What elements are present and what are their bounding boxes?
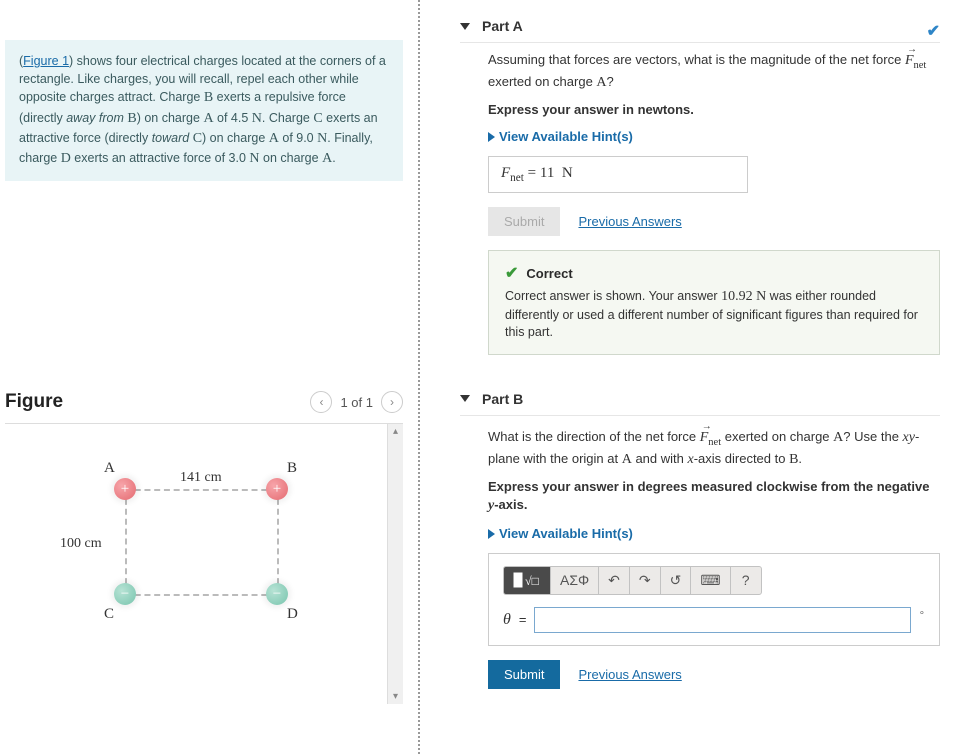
figure-canvas: + + − − A B C D 141 cm 100 cm [5, 424, 387, 704]
toolbar-help-button[interactable]: ? [731, 567, 761, 594]
problem-statement: (Figure 1) shows four electrical charges… [5, 40, 403, 181]
toolbar-reset-button[interactable]: ↺ [661, 567, 692, 594]
answer-toolbar: √□ ΑΣΦ ↶ ↷ ↺ ⌨ ? [503, 566, 762, 595]
part-a-answer-display: Fnet = 11 N [488, 156, 748, 193]
part-a-question: Assuming that forces are vectors, what i… [488, 51, 940, 93]
math-template-icon: √□ [513, 572, 541, 588]
toolbar-undo-button[interactable]: ↶ [599, 567, 630, 594]
part-b-hints-link[interactable]: View Available Hint(s) [488, 526, 940, 541]
figure-title: Figure [5, 391, 310, 413]
arrow-right-icon [488, 132, 495, 142]
toolbar-greek-button[interactable]: ΑΣΦ [551, 567, 599, 594]
part-a-instruction: Express your answer in newtons. [488, 101, 940, 119]
toolbar-template-button[interactable]: √□ [504, 567, 551, 594]
charge-label-a: A [104, 460, 115, 477]
dim-height: 100 cm [60, 536, 102, 552]
toolbar-keyboard-button[interactable]: ⌨ [691, 567, 730, 594]
toolbar-redo-button[interactable]: ↷ [630, 567, 661, 594]
part-b-instruction: Express your answer in degrees measured … [488, 478, 940, 516]
part-b-submit-button[interactable]: Submit [488, 660, 560, 689]
arrow-right-icon [488, 529, 495, 539]
collapse-icon [460, 23, 470, 30]
part-a-submit-button: Submit [488, 207, 560, 236]
equals-label: = [519, 612, 527, 627]
correct-label: Correct [526, 266, 572, 281]
part-b-previous-answers-link[interactable]: Previous Answers [578, 667, 681, 682]
figure-scrollbar[interactable]: ▴ ▾ [387, 424, 403, 704]
figure-next-button[interactable]: › [381, 391, 403, 413]
part-a-title: Part A [482, 18, 523, 34]
charge-a: + [114, 478, 136, 500]
keyboard-icon: ⌨ [700, 572, 720, 589]
charge-b: + [266, 478, 288, 500]
figure-link[interactable]: Figure 1 [23, 54, 69, 68]
unit-degree: ∘ [919, 608, 925, 619]
part-a-previous-answers-link[interactable]: Previous Answers [578, 214, 681, 229]
figure-prev-button[interactable]: ‹ [310, 391, 332, 413]
collapse-icon [460, 395, 470, 402]
scroll-up-icon: ▴ [393, 426, 398, 437]
undo-icon: ↶ [608, 572, 620, 589]
charge-d: − [266, 583, 288, 605]
figure-pager: ‹ 1 of 1 › [310, 391, 403, 413]
part-b-answer-input[interactable] [534, 607, 910, 633]
part-b-answer-panel: √□ ΑΣΦ ↶ ↷ ↺ ⌨ ? θ = ∘ [488, 553, 940, 646]
part-a-body: Assuming that forces are vectors, what i… [460, 51, 940, 383]
check-icon: ✔ [505, 263, 518, 283]
dim-width: 141 cm [180, 470, 222, 486]
part-a-status-check-icon: ✔ [927, 23, 940, 40]
part-b-title: Part B [482, 391, 523, 407]
part-a-feedback: ✔Correct Correct answer is shown. Your a… [488, 250, 940, 355]
redo-icon: ↷ [639, 572, 651, 589]
theta-label: θ [503, 611, 511, 629]
charge-label-c: C [104, 606, 114, 623]
part-b-header[interactable]: Part B [460, 383, 940, 416]
part-a-hints-link[interactable]: View Available Hint(s) [488, 129, 940, 144]
scroll-down-icon: ▾ [393, 691, 398, 702]
reset-icon: ↺ [670, 572, 682, 589]
charge-label-b: B [287, 460, 297, 477]
charge-label-d: D [287, 606, 298, 623]
part-b-question: What is the direction of the net force F… [488, 428, 940, 470]
svg-text:√□: √□ [525, 574, 539, 588]
figure-page-label: 1 of 1 [340, 395, 373, 410]
part-b-body: What is the direction of the net force F… [460, 428, 940, 721]
charge-c: − [114, 583, 136, 605]
